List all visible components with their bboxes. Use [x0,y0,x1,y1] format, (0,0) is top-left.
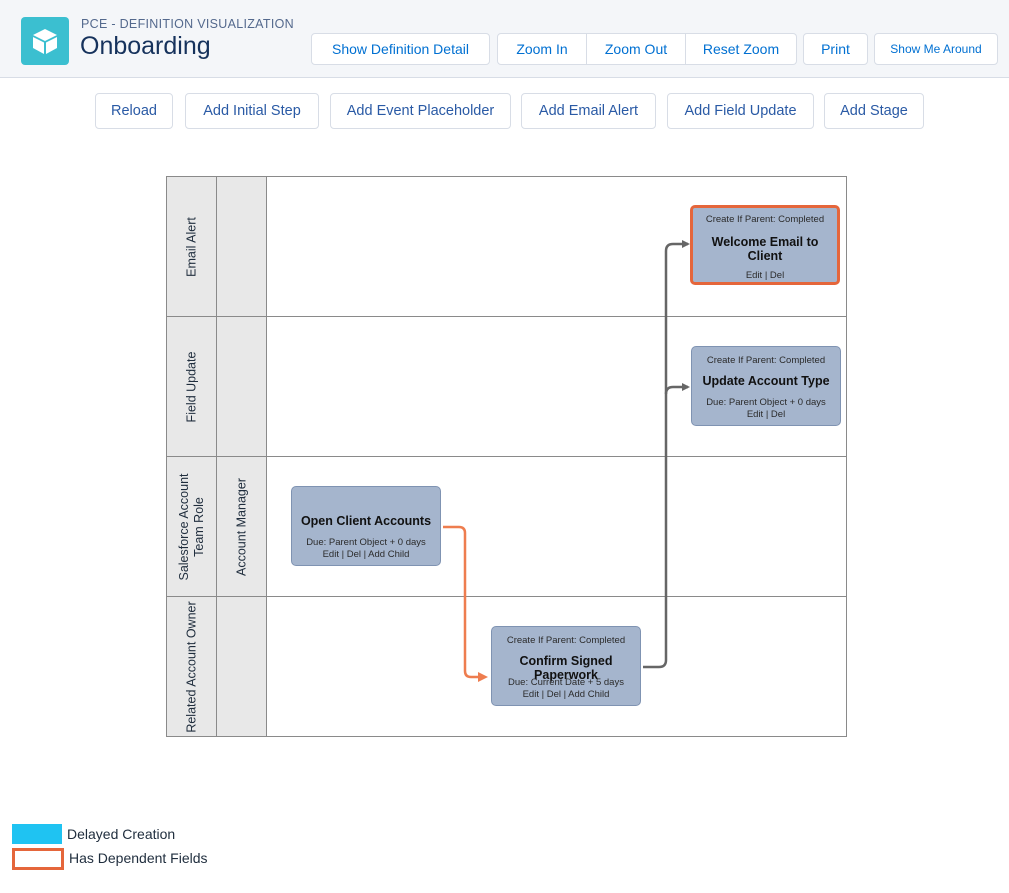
node-due: Due: Parent Object + 0 days [306,537,426,548]
node-update-account-type[interactable]: Create If Parent: Completed Update Accou… [691,346,841,426]
show-definition-detail-button[interactable]: Show Definition Detail [311,33,490,65]
show-me-around-button[interactable]: Show Me Around [874,33,998,65]
node-actions[interactable]: Edit | Del | Add Child [492,689,640,700]
node-due: Due: Current Date + 5 days [508,677,624,688]
node-open-client-accounts[interactable]: Open Client Accounts Due: Parent Object … [291,486,441,566]
reset-zoom-button[interactable]: Reset Zoom [686,33,797,65]
node-due: Due: Parent Object + 0 days [706,397,826,408]
process-diagram: Email Alert Field Update Salesforce Acco… [166,176,847,737]
node-condition: Create If Parent: Completed [706,355,826,366]
node-confirm-signed-paperwork[interactable]: Create If Parent: Completed Confirm Sign… [491,626,641,706]
print-button[interactable]: Print [803,33,868,65]
zoom-out-button[interactable]: Zoom Out [587,33,686,65]
node-condition: Create If Parent: Completed [506,635,626,646]
page-title: Onboarding [80,32,211,60]
connector-open-to-confirm [443,525,488,682]
node-title: Open Client Accounts [300,514,432,528]
add-email-alert-button[interactable]: Add Email Alert [521,93,656,129]
node-actions[interactable]: Edit | Del | Add Child [292,549,440,560]
add-event-placeholder-button[interactable]: Add Event Placeholder [330,93,511,129]
legend-swatch-delayed [12,824,62,844]
node-title: Welcome Email to Client [711,235,819,263]
connector-confirm-to-update [664,383,690,395]
page-header: PCE - DEFINITION VISUALIZATION Onboardin… [0,0,1009,78]
node-condition: Create If Parent: Completed [705,214,825,225]
legend-swatch-dependent [12,848,64,870]
node-actions[interactable]: Edit | Del [693,270,837,281]
add-initial-step-button[interactable]: Add Initial Step [185,93,319,129]
page-eyebrow: PCE - DEFINITION VISUALIZATION [81,17,294,31]
add-field-update-button[interactable]: Add Field Update [667,93,814,129]
node-title: Update Account Type [702,374,830,388]
connector-confirm-to-welcome [643,240,690,669]
legend-label-delayed: Delayed Creation [67,826,176,842]
add-stage-button[interactable]: Add Stage [824,93,924,129]
cube-icon [21,17,69,65]
reload-button[interactable]: Reload [95,93,173,129]
zoom-in-button[interactable]: Zoom In [497,33,587,65]
legend-label-dependent: Has Dependent Fields [69,850,208,866]
node-actions[interactable]: Edit | Del [692,409,840,420]
node-welcome-email[interactable]: Create If Parent: Completed Welcome Emai… [690,205,840,285]
